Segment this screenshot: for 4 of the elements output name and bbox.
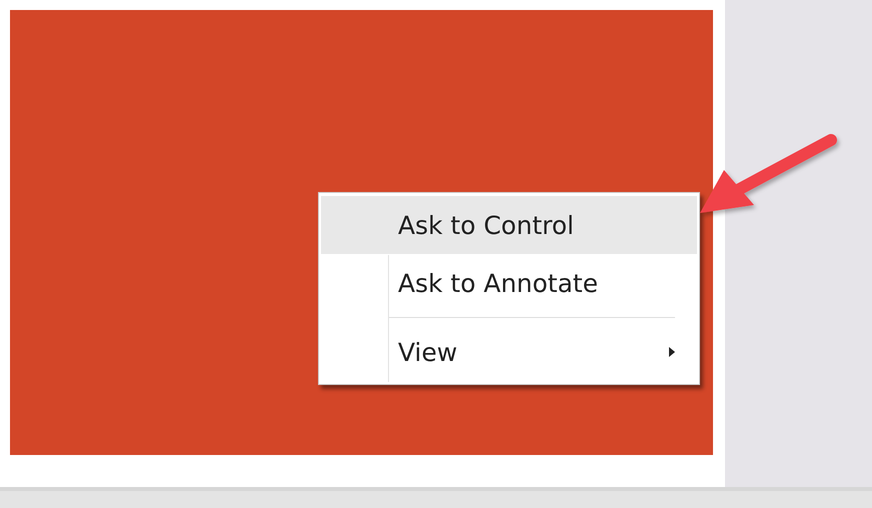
submenu-arrow-icon xyxy=(669,347,675,357)
menu-item[interactable]: Ask to Annotate xyxy=(319,254,699,312)
menu-item[interactable]: Ask to Control xyxy=(321,196,697,254)
menu-item[interactable]: View xyxy=(319,323,699,381)
